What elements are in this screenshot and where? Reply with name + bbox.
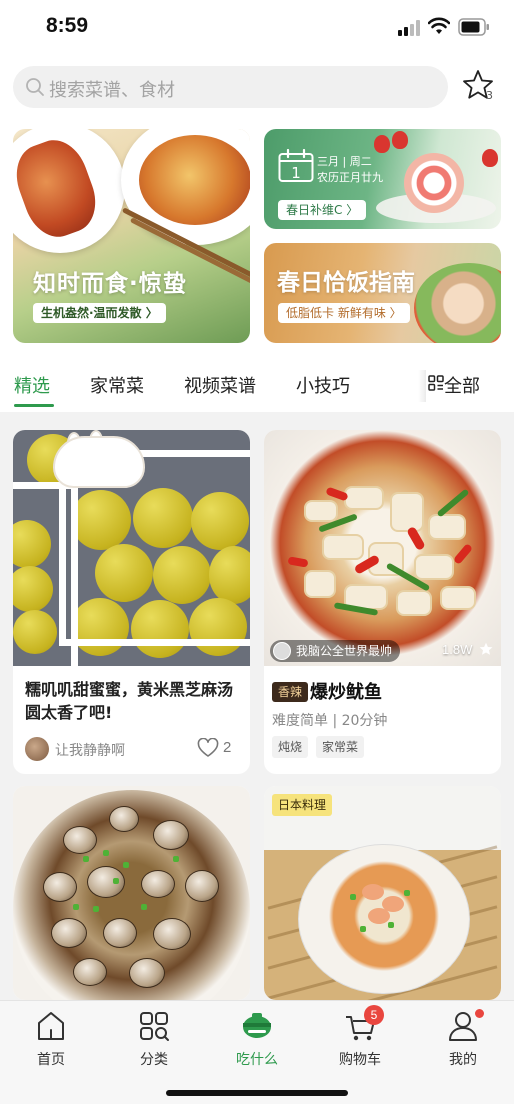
japanese-dish-image: 日本料理 xyxy=(264,786,501,1000)
nav-category[interactable]: 分类 xyxy=(114,1009,194,1073)
banner-large-title: 知时而食·惊蛰 xyxy=(33,271,187,297)
banner-spring-vitamin[interactable]: 1 三月 | 周二 农历正月廿九 春日补维C 〉 xyxy=(264,129,501,229)
author-pill[interactable]: 我脑公全世界最帅 xyxy=(270,640,401,662)
food-plate-image xyxy=(13,129,125,253)
tab-video-recipes[interactable]: 视频菜谱 xyxy=(184,372,256,398)
tab-tips[interactable]: 小技巧 xyxy=(296,372,350,398)
recipe-card[interactable]: 糯叽叽甜蜜蜜，黄米黑芝麻汤圆太香了吧! 让我静静啊 2 xyxy=(13,430,250,774)
tab-all[interactable]: 全部 xyxy=(444,372,480,398)
pot-icon xyxy=(243,1013,271,1038)
salad-plate-image xyxy=(414,263,501,343)
recipe-card[interactable]: 日本料理 xyxy=(264,786,501,1000)
home-indicator xyxy=(166,1090,348,1096)
star-icon xyxy=(479,642,493,655)
flavor-badge: 香辣 xyxy=(272,682,309,702)
recipe-title: 糯叽叽甜蜜蜜，黄米黑芝麻汤圆太香了吧! xyxy=(25,680,234,722)
category-icon xyxy=(140,1012,169,1041)
search-input[interactable]: 搜索菜谱、食材 xyxy=(13,66,448,108)
cuisine-tag: 日本料理 xyxy=(272,794,333,816)
nav-label: 吃什么 xyxy=(236,1052,278,1068)
strawberry-image xyxy=(392,131,408,149)
cart-count-badge: 5 xyxy=(364,1005,384,1025)
search-placeholder: 搜索菜谱、食材 xyxy=(49,80,175,101)
battery-icon xyxy=(458,18,489,36)
notification-dot xyxy=(475,1009,484,1018)
nav-label: 购物车 xyxy=(339,1052,381,1068)
calendar-icon: 1 xyxy=(278,149,314,182)
author-name: 让我静静啊 xyxy=(55,743,125,759)
recipe-card[interactable]: 我脑公全世界最帅 1.8W 香辣 爆炒鱿鱼 难度简单 | 20分钟 炖烧 家常菜 xyxy=(264,430,501,774)
nav-label: 首页 xyxy=(37,1052,65,1068)
cake-roll-image xyxy=(404,153,464,213)
heart-icon[interactable] xyxy=(197,738,219,758)
food-plate-image xyxy=(121,129,250,245)
nav-cart[interactable]: 5 购物车 xyxy=(320,1005,400,1073)
active-tab-indicator xyxy=(14,404,54,407)
calendar-day: 1 xyxy=(291,164,301,182)
strawberry-image xyxy=(482,149,498,167)
search-header: 搜索菜谱、食材 xyxy=(0,58,514,118)
tab-home-cooking[interactable]: 家常菜 xyxy=(90,372,144,398)
grid-icon[interactable] xyxy=(428,375,444,391)
tab-divider xyxy=(418,370,426,402)
calendar-lunar-date: 农历正月廿九 xyxy=(317,171,383,184)
nav-what-to-eat[interactable]: 吃什么 xyxy=(217,1009,297,1073)
nav-home[interactable]: 首页 xyxy=(11,1009,91,1073)
strawberry-image xyxy=(374,135,390,153)
stir-fried-squid-image: 我脑公全世界最帅 1.8W xyxy=(264,430,501,666)
recipe-tag[interactable]: 家常菜 xyxy=(316,736,365,758)
tangyuan-image xyxy=(13,430,250,694)
nav-label: 我的 xyxy=(449,1052,477,1068)
banner-area: 知时而食·惊蛰 生机盎然·温而发散 〉 1 三月 | 周二 农历正月廿九 春日补… xyxy=(0,118,514,360)
banner-large-tag: 生机盎然·温而发散 〉 xyxy=(33,303,166,323)
view-count-value: 1.8W xyxy=(442,642,473,657)
nav-me[interactable]: 我的 xyxy=(423,1009,503,1073)
recipe-title: 爆炒鱿鱼 xyxy=(310,682,382,703)
home-icon xyxy=(38,1012,64,1040)
recipe-card[interactable] xyxy=(13,786,250,1000)
signal-icon xyxy=(398,20,420,36)
like-count: 2 xyxy=(223,739,232,756)
avatar[interactable] xyxy=(25,737,49,761)
category-tabs: 精选 家常菜 视频菜谱 小技巧 全部 xyxy=(0,360,514,412)
recipe-tag[interactable]: 炖烧 xyxy=(272,736,309,758)
view-count: 1.8W xyxy=(442,642,493,657)
search-icon xyxy=(26,78,44,96)
bunny-sticker-image xyxy=(53,436,145,488)
author-name: 我脑公全世界最帅 xyxy=(296,644,393,658)
wifi-icon xyxy=(428,17,450,34)
banner-bottom-right-tag: 低脂低卡 新鲜有味 〉 xyxy=(278,303,410,323)
banner-spring-meal-guide[interactable]: 春日恰饭指南 低脂低卡 新鲜有味 〉 xyxy=(264,243,501,343)
clams-image xyxy=(13,786,250,1000)
banner-jingzhe[interactable]: 知时而食·惊蛰 生机盎然·温而发散 〉 xyxy=(13,129,250,343)
bottom-nav: 首页 分类 吃什么 5 购物车 我的 xyxy=(0,1000,514,1104)
favorites-count: 3 xyxy=(486,89,493,102)
recipe-meta: 难度简单 | 20分钟 xyxy=(272,713,388,729)
status-bar: 8:59 xyxy=(0,0,514,58)
recipe-author[interactable]: 让我静静啊 2 xyxy=(25,736,239,762)
calendar-date: 三月 | 周二 xyxy=(317,155,372,168)
avatar xyxy=(273,642,291,660)
banner-bottom-right-title: 春日恰饭指南 xyxy=(277,270,415,296)
banner-top-right-tag: 春日补维C 〉 xyxy=(278,200,367,220)
tab-featured[interactable]: 精选 xyxy=(14,372,50,398)
nav-label: 分类 xyxy=(140,1052,168,1068)
status-time: 8:59 xyxy=(46,14,89,37)
